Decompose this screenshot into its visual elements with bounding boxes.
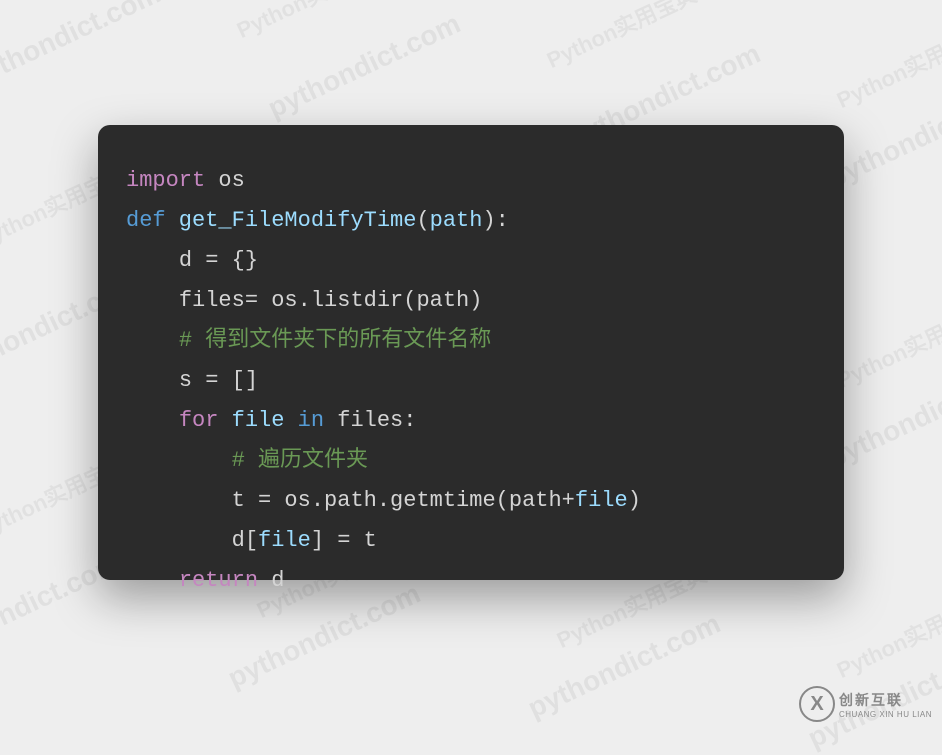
watermark-cn: Python实用宝典	[231, 0, 392, 45]
keyword-for: for	[179, 408, 219, 433]
code-text: ] = t	[311, 528, 377, 553]
indent	[126, 288, 179, 313]
watermark-en: pythondict.com	[263, 7, 465, 124]
logo-text-en: CHUANG XIN HU LIAN	[839, 710, 932, 719]
comment: # 遍历文件夹	[232, 448, 368, 473]
comment: # 得到文件夹下的所有文件名称	[179, 328, 491, 353]
watermark-en: pythondict.com	[0, 0, 165, 95]
indent	[126, 568, 179, 593]
code-text: files:	[324, 408, 416, 433]
code-line-8: # 遍历文件夹	[126, 441, 816, 481]
var-file: file	[575, 488, 628, 513]
code-line-11: return d	[126, 561, 816, 601]
indent	[126, 488, 232, 513]
logo-text: 创新互联 CHUANG XIN HU LIAN	[839, 690, 932, 719]
watermark-cn: Python实用宝典	[831, 587, 942, 685]
watermark-cn: Python实用宝典	[831, 17, 942, 115]
watermark-cn: Python实用宝典	[831, 297, 942, 395]
logo-text-cn: 创新互联	[839, 690, 932, 710]
code-line-1: import os	[126, 161, 816, 201]
function-name: get_FileModifyTime	[166, 208, 417, 233]
paren-close: ):	[482, 208, 508, 233]
indent	[126, 408, 179, 433]
indent	[126, 248, 179, 273]
param-path: path	[430, 208, 483, 233]
indent	[126, 328, 179, 353]
keyword-in: in	[298, 408, 324, 433]
keyword-import: import	[126, 168, 205, 193]
code-line-5: # 得到文件夹下的所有文件名称	[126, 321, 816, 361]
code-line-4: files= os.listdir(path)	[126, 281, 816, 321]
code-line-10: d[file] = t	[126, 521, 816, 561]
code-line-9: t = os.path.getmtime(path+file)	[126, 481, 816, 521]
indent	[126, 368, 179, 393]
code-text: d[	[232, 528, 258, 553]
brand-logo: X 创新互联 CHUANG XIN HU LIAN	[799, 686, 932, 722]
keyword-return: return	[179, 568, 258, 593]
code-line-6: s = []	[126, 361, 816, 401]
logo-circle-icon: X	[799, 686, 835, 722]
code-text: d	[258, 568, 284, 593]
paren-open: (	[416, 208, 429, 233]
var-file: file	[218, 408, 297, 433]
code-text: t = os.path.getmtime(path+	[232, 488, 575, 513]
code-text: s = []	[179, 368, 258, 393]
code-line-3: d = {}	[126, 241, 816, 281]
logo-glyph: X	[810, 693, 823, 716]
indent	[126, 528, 232, 553]
watermark-en: pythondict.com	[523, 607, 725, 724]
code-text: )	[628, 488, 641, 513]
var-file: file	[258, 528, 311, 553]
code-text: files= os.listdir(path)	[179, 288, 483, 313]
code-line-2: def get_FileModifyTime(path):	[126, 201, 816, 241]
watermark-cn: Python实用宝典	[541, 0, 702, 75]
indent	[126, 448, 232, 473]
code-block: import os def get_FileModifyTime(path): …	[98, 125, 844, 580]
module-os: os	[205, 168, 245, 193]
code-line-7: for file in files:	[126, 401, 816, 441]
keyword-def: def	[126, 208, 166, 233]
code-text: d = {}	[179, 248, 258, 273]
